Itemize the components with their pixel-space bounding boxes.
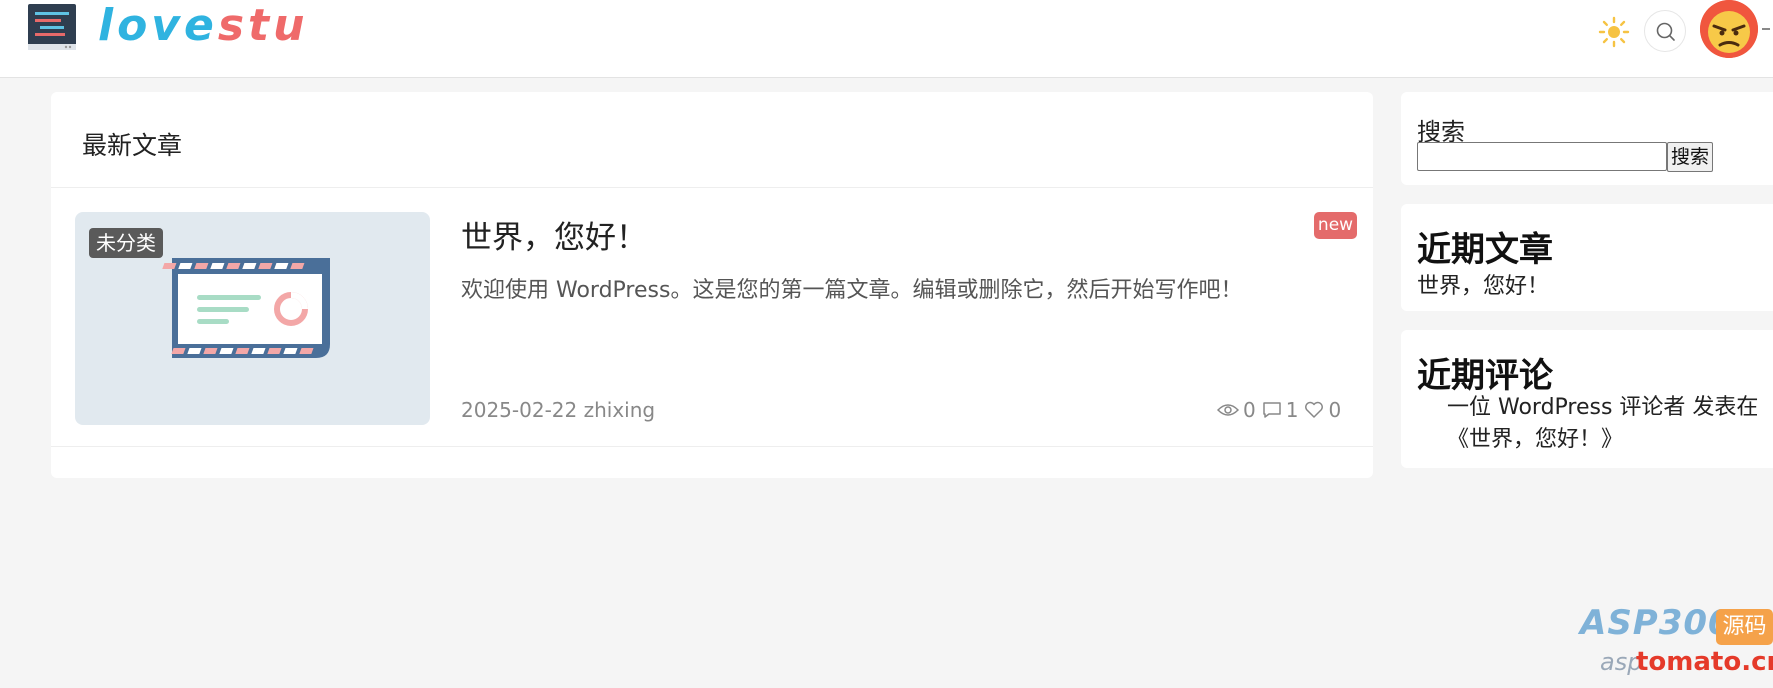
search-icon — [1656, 22, 1675, 41]
section-divider — [51, 187, 1373, 188]
section-title: 最新文章 — [82, 131, 183, 160]
recent-post-link[interactable]: 世界，您好！ — [1417, 268, 1549, 300]
card-divider — [51, 446, 1373, 447]
recent-comment-item[interactable]: 一位 WordPress 评论者 发表在《世界，您好！》 — [1447, 392, 1773, 456]
likes-count: 0 — [1328, 398, 1342, 422]
post-excerpt: 欢迎使用 WordPress。这是您的第一篇文章。编辑或删除它，然后开始写作吧！ — [461, 278, 1243, 303]
theme-toggle-sun-icon[interactable] — [1598, 16, 1630, 48]
header-search-button[interactable] — [1644, 10, 1686, 52]
new-badge: new — [1314, 212, 1357, 239]
post-date: 2025-02-22 — [461, 398, 578, 422]
site-logo-text[interactable]: lovestu — [98, 0, 308, 52]
post-thumbnail[interactable]: 未分类 — [75, 212, 430, 425]
recent-posts-heading: 近期文章 — [1417, 230, 1553, 270]
comment-icon — [1262, 402, 1281, 418]
post-author[interactable]: zhixing — [584, 398, 656, 422]
search-widget: 搜索 搜索 — [1401, 92, 1773, 185]
post-title-link[interactable]: 世界，您好！ — [461, 212, 647, 257]
site-header: lovestu — [0, 0, 1773, 78]
post-meta: 2025-02-22 zhixing — [461, 398, 655, 422]
avatar-dropdown-caret[interactable] — [1762, 28, 1770, 30]
sidebar-search-submit[interactable]: 搜索 — [1667, 142, 1714, 172]
recent-posts-widget: 近期文章 世界，您好！ — [1401, 204, 1773, 311]
post-stats: 0 1 0 — [1217, 398, 1347, 422]
comments-count: 1 — [1285, 398, 1299, 422]
recent-comments-widget: 近期评论 一位 WordPress 评论者 发表在《世界，您好！》 — [1401, 330, 1773, 468]
watermark-site: tomato.cm — [1636, 647, 1773, 677]
watermark-tag: 源码 — [1716, 609, 1773, 645]
heart-icon[interactable] — [1304, 401, 1324, 419]
logo-text-stu: stu — [217, 0, 309, 51]
recent-comments-heading: 近期评论 — [1417, 356, 1553, 396]
views-count: 0 — [1243, 398, 1256, 422]
latest-posts-card: 最新文章 未分类 世界，您好！ new 欢迎使用 WordPress。这是您的第… — [51, 92, 1373, 478]
sidebar-search-input[interactable] — [1417, 142, 1667, 171]
user-avatar[interactable] — [1700, 0, 1758, 58]
logo-text-love: love — [98, 0, 218, 51]
category-tag[interactable]: 未分类 — [89, 228, 163, 258]
eye-icon — [1217, 404, 1239, 416]
logo-icon[interactable] — [28, 4, 84, 54]
watermark-brand: ASP300 — [1580, 603, 1733, 643]
